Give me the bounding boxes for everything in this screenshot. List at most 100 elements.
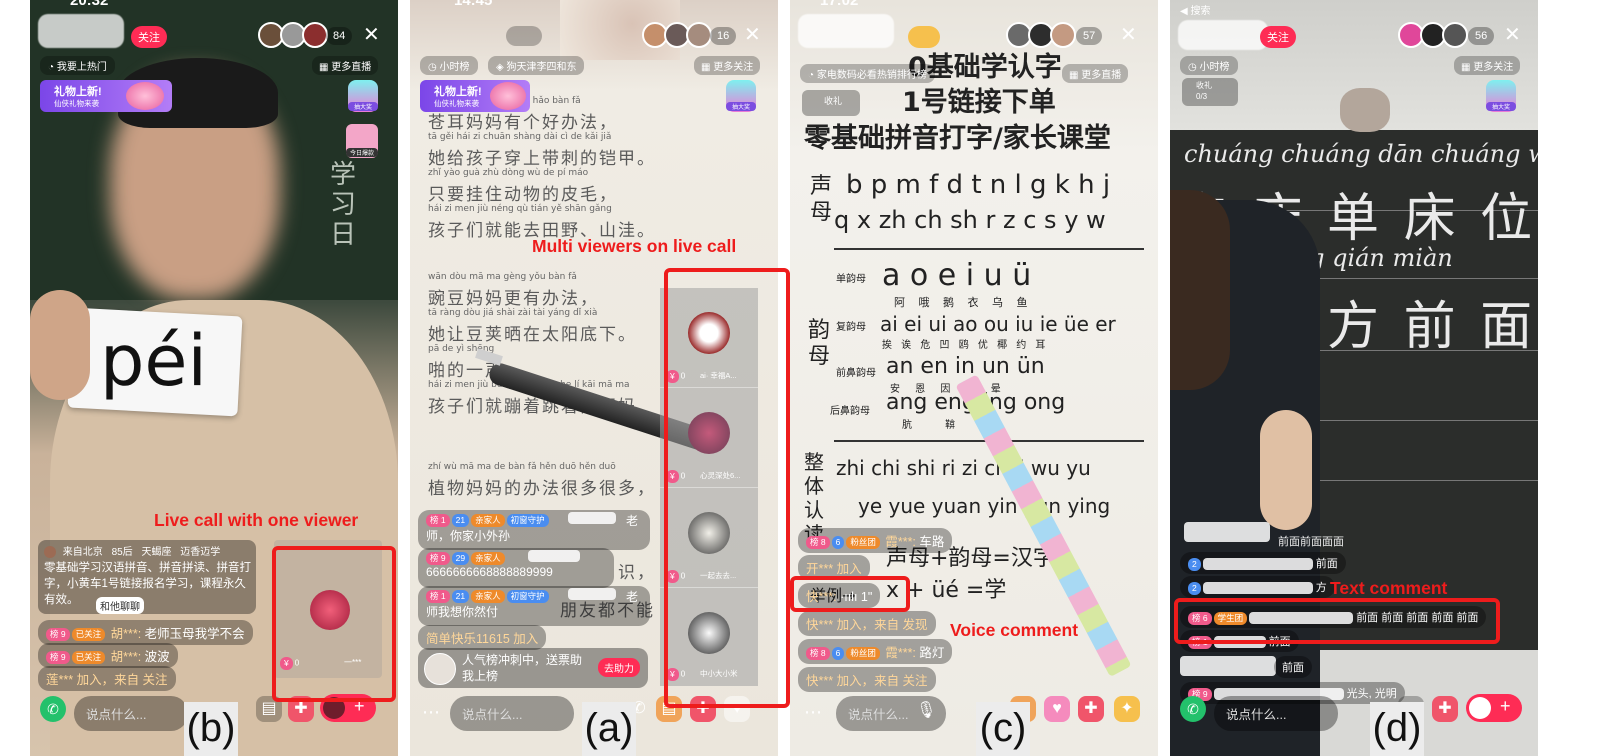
blurred-comment <box>1180 656 1276 676</box>
gift-icon[interactable]: ✚ <box>1432 696 1458 722</box>
username-blurred <box>1202 558 1313 571</box>
today-hot-label: 今日爆款 <box>346 148 378 157</box>
more-live-button[interactable]: ▦ 更多直播 <box>312 56 379 75</box>
subfigure-label-b: (b) <box>184 702 238 756</box>
comment-input[interactable]: 说点什么... <box>450 696 574 731</box>
fuyunmu-row: ai ei ui ao ou iu ie üe er <box>880 312 1116 336</box>
follow-button[interactable]: 关注 <box>131 26 167 48</box>
more-icon[interactable]: ⋯ <box>422 702 440 723</box>
subfigure-label-a: (a) <box>582 702 636 756</box>
viewer-count[interactable]: 16 <box>710 27 737 45</box>
close-icon[interactable]: ✕ <box>1120 22 1137 47</box>
more-follow-button[interactable]: ▦ 更多关注 <box>694 56 761 75</box>
viewer-avatar-3[interactable] <box>686 22 712 48</box>
rank-boost-button[interactable]: 去助力 <box>598 658 640 677</box>
comment-row-1: 榜 9 已关注 胡***: 老师玉母我学不会 <box>38 620 253 645</box>
trending-label: 我要上热门 <box>56 62 107 73</box>
collect-gift-widget[interactable]: 收礼 0/3 <box>1182 78 1238 106</box>
viewer-count[interactable]: 56 <box>1468 27 1495 45</box>
hour-rank-label: 小时榜 <box>439 62 470 73</box>
viewer-avatar-3[interactable] <box>1050 22 1076 48</box>
gift-banner[interactable]: 礼物上新! 仙侠礼物来袭 <box>420 80 530 112</box>
grid-icon: ▦ <box>701 62 714 73</box>
gift-banner-title: 礼物上新! <box>54 86 102 98</box>
more-live-button[interactable]: ▦ 更多直播 <box>1062 64 1129 83</box>
comment-text: 6666666668888889999 <box>426 565 553 580</box>
teacher-arm <box>1260 410 1312 530</box>
annotation-text-comment: Text comment <box>1330 578 1448 598</box>
comment-input[interactable]: 说点什么... <box>1214 696 1338 731</box>
streamer-name-blurred <box>1178 20 1268 50</box>
comment-row-3: 莲*** 加入，来自 关注 <box>38 666 176 691</box>
follow-button[interactable]: 关注 <box>1260 26 1296 48</box>
more-follow-button[interactable]: ▦ 更多关注 <box>1454 56 1521 75</box>
lottery-icon[interactable]: 抽大奖 <box>726 80 756 112</box>
lottery-icon[interactable]: 抽大奖 <box>1486 80 1516 112</box>
gift-banner-title: 礼物上新! <box>434 86 482 98</box>
fan-club-icon[interactable] <box>908 26 940 48</box>
hour-rank-tag[interactable]: ◷ 小时榜 <box>420 56 478 75</box>
comment-text-tail: 老 <box>626 590 639 604</box>
grid-icon: ▦ <box>1461 62 1474 73</box>
status-time: 14:45 <box>454 0 493 9</box>
rank-banner-avatar <box>424 653 456 685</box>
guard-badge: 初窗守护 <box>506 590 549 604</box>
close-icon[interactable]: ✕ <box>363 22 380 47</box>
grid-icon: ▦ <box>319 62 332 73</box>
comment-user: 胡***: <box>110 627 142 641</box>
lottery-label: 抽大奖 <box>1486 102 1516 111</box>
book-text-line: 植物妈妈的办法很多很多， <box>428 479 656 499</box>
hot-list-tag[interactable]: ◔ 家电数码必看热销排行榜 <box>800 64 935 83</box>
viewer-avatar-3[interactable] <box>1442 22 1468 48</box>
viewer-count[interactable]: 57 <box>1076 27 1103 45</box>
more-icon[interactable]: ⋯ <box>804 702 822 723</box>
close-icon[interactable]: ✕ <box>744 22 761 47</box>
comment-user: 胡***: <box>110 650 142 664</box>
status-time: 20:32 <box>70 0 109 9</box>
count-badge: 6 <box>831 647 845 661</box>
chat-with-him-button[interactable]: 和他聊聊 <box>96 597 144 614</box>
gift-icon[interactable]: ✚ <box>1078 696 1104 722</box>
gift-banner[interactable]: 礼物上新! 仙侠礼物来袭 <box>40 80 172 112</box>
comment-text: 车路 <box>919 535 945 549</box>
comment-user: 霞***: <box>885 646 916 660</box>
today-hot-icon[interactable]: 今日爆款 <box>346 124 378 158</box>
viewer-count[interactable]: 84 <box>326 27 353 45</box>
level-badge: 2 <box>1188 557 1201 571</box>
book-text-line: 只要挂住动物的皮毛， <box>428 185 618 205</box>
location-tag[interactable]: ◈ 狗天津李四和东 <box>488 56 585 75</box>
location-icon: ◈ <box>496 62 507 73</box>
collect-gift-widget[interactable]: 收礼 <box>802 90 860 116</box>
hour-rank-tag[interactable]: ◷ 小时榜 <box>1180 56 1238 75</box>
chart-title-3: 零基础拼音打字/家长课堂 <box>804 123 1111 154</box>
annotation-multi-viewers: Multi viewers on live call <box>532 236 737 256</box>
back-search[interactable]: ◀ 搜索 <box>1180 2 1210 17</box>
level-badge: 榜 8 <box>806 647 830 661</box>
comment-input[interactable]: 说点什么... <box>74 696 188 731</box>
panel-c-voice-comment: 0基础学认字 1号链接下单 零基础拼音打字/家长课堂 声母 b p m f d … <box>790 0 1158 756</box>
avatar <box>44 546 56 559</box>
wechat-share-icon[interactable]: ✆ <box>40 696 66 722</box>
close-icon[interactable]: ✕ <box>1504 22 1521 47</box>
streamer-pill[interactable] <box>506 26 542 46</box>
intro-text: 零基础学习汉语拼音、拼音拼读、拼音打字，小黄车1号链接报名学习，课程永久有效。 <box>44 562 251 606</box>
rank-banner[interactable]: 人气榜冲刺中，送票助我上榜 去助力 <box>418 648 648 688</box>
fan-light-icon[interactable]: ✦ <box>1114 696 1140 722</box>
add-button[interactable]: + <box>1466 694 1522 722</box>
danyunmu-label: 单韵母 <box>836 274 866 285</box>
viewer-avatar-3[interactable] <box>302 22 328 48</box>
level-badge: 榜 1 <box>426 514 450 528</box>
comment-text: 师，你家小外孙 <box>426 529 511 544</box>
shengmu-label: 声母 <box>810 174 833 225</box>
lottery-icon[interactable]: 抽大奖 <box>348 80 378 112</box>
microphone-icon[interactable]: 🎙 <box>916 700 936 720</box>
trending-tag[interactable]: ◔ 我要上热门 <box>40 56 115 75</box>
one-viewer-call-highlight <box>272 546 396 702</box>
wechat-share-icon[interactable]: ✆ <box>1180 696 1206 722</box>
tag-zodiac: 天蝎座 <box>141 547 172 558</box>
heart-gift-icon[interactable]: ♥ <box>1044 696 1070 722</box>
book-pinyin-line: zhí wù mā ma de bàn fǎ hěn duō hěn duō <box>428 462 616 472</box>
comment-faded-2: 2 前面 <box>1180 552 1346 574</box>
fan-badge: 已关注 <box>71 651 106 665</box>
hot-list-label: 家电数码必看热销排行榜 <box>816 70 927 81</box>
